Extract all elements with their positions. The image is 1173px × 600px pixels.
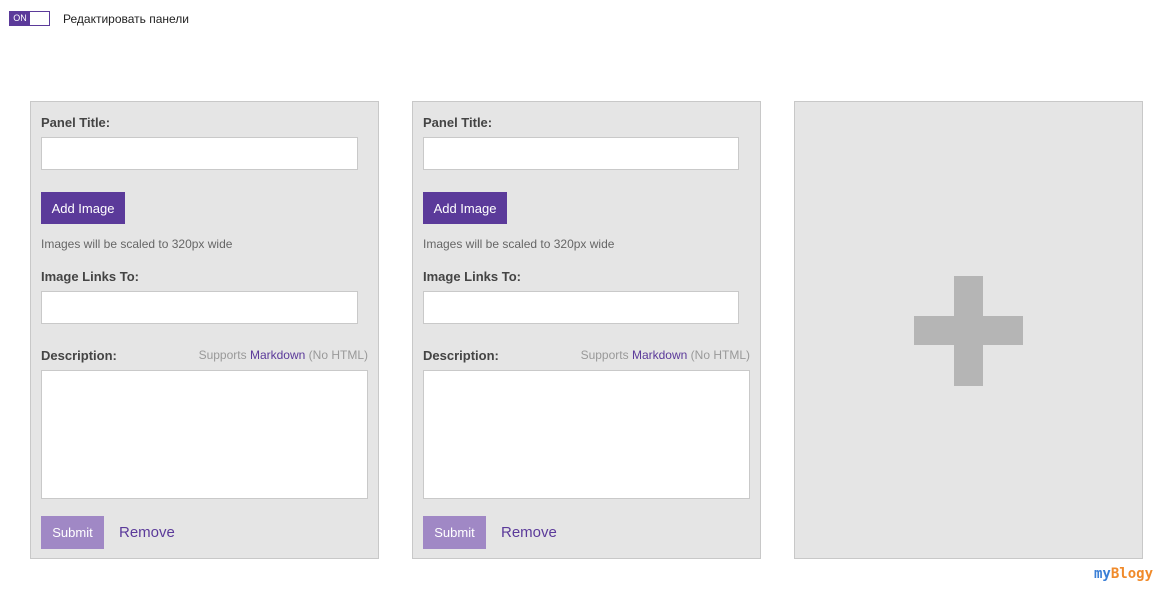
toggle-state: ON (10, 12, 30, 25)
remove-link[interactable]: Remove (119, 524, 175, 541)
panel-title-label: Panel Title: (41, 115, 111, 130)
panel-title-input[interactable] (41, 137, 358, 170)
image-scale-hint: Images will be scaled to 320px wide (41, 237, 233, 251)
image-links-input[interactable] (41, 291, 358, 324)
supports-prefix: Supports (580, 348, 629, 362)
supports-suffix: (No HTML) (308, 348, 368, 362)
toggle-label: Редактировать панели (63, 11, 190, 26)
plus-icon-horizontal-bar (914, 316, 1023, 345)
markdown-support-note: Supports Markdown (No HTML) (581, 348, 750, 362)
image-links-input[interactable] (423, 291, 739, 324)
supports-suffix: (No HTML) (690, 348, 750, 362)
add-image-button[interactable]: Add Image (41, 192, 125, 224)
markdown-link[interactable]: Markdown (632, 348, 687, 362)
edit-panels-toggle-row: ON Редактировать панели (9, 11, 189, 26)
edit-panels-toggle[interactable]: ON (9, 11, 50, 26)
submit-button[interactable]: Submit (41, 516, 104, 549)
image-links-label: Image Links To: (41, 269, 139, 284)
markdown-support-note: Supports Markdown (No HTML) (199, 348, 368, 362)
add-image-button[interactable]: Add Image (423, 192, 507, 224)
submit-button[interactable]: Submit (423, 516, 486, 549)
panel-title-input[interactable] (423, 137, 739, 170)
supports-prefix: Supports (198, 348, 247, 362)
description-textarea[interactable] (423, 370, 750, 499)
image-scale-hint: Images will be scaled to 320px wide (423, 237, 615, 251)
watermark-part-my: my (1094, 566, 1111, 582)
markdown-link[interactable]: Markdown (250, 348, 305, 362)
description-label: Description: (41, 348, 117, 363)
panel-editor-1: Panel Title: Add Image Images will be sc… (30, 101, 379, 559)
description-label: Description: (423, 348, 499, 363)
myblogy-watermark-logo: myBlogy (1094, 566, 1153, 582)
watermark-part-blogy: Blogy (1110, 566, 1154, 582)
panel-title-label: Panel Title: (423, 115, 493, 130)
description-textarea[interactable] (41, 370, 368, 499)
image-links-label: Image Links To: (423, 269, 521, 284)
panel-editor-2: Panel Title: Add Image Images will be sc… (412, 101, 761, 559)
add-panel-button[interactable] (794, 101, 1143, 559)
remove-link[interactable]: Remove (501, 524, 557, 541)
